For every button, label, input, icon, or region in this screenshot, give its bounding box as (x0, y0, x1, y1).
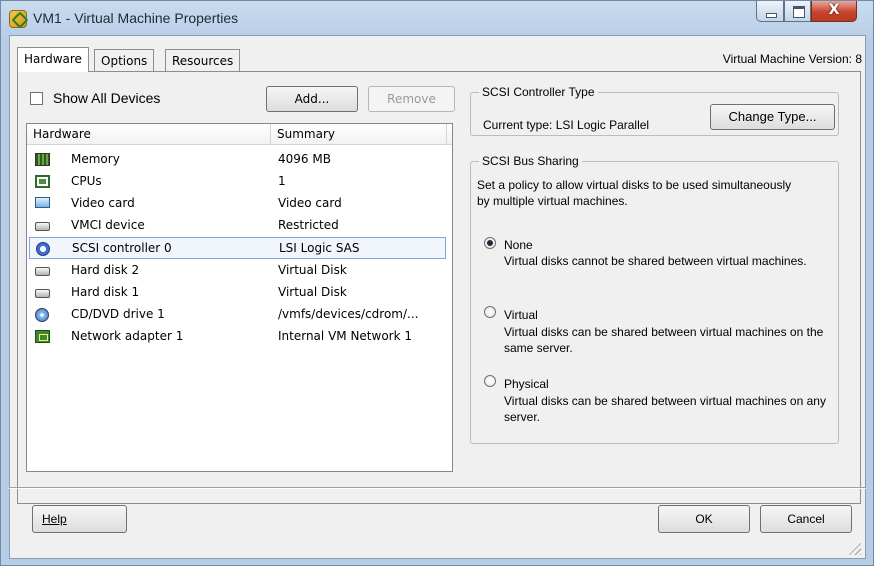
add-device-button[interactable]: Add... (266, 86, 358, 112)
sharing-virtual-desc: Virtual disks can be shared between virt… (504, 325, 824, 355)
device-icon (35, 222, 50, 231)
device-name: Hard disk 1 (71, 285, 140, 299)
cd-icon (35, 308, 49, 322)
ok-button[interactable]: OK (658, 505, 750, 533)
maximize-button[interactable] (784, 1, 811, 22)
sharing-physical-radio[interactable] (484, 375, 496, 387)
column-header-hardware[interactable]: Hardware (27, 124, 271, 145)
device-summary: Video card (278, 196, 342, 210)
cancel-button[interactable]: Cancel (760, 505, 852, 533)
current-controller-type: Current type: LSI Logic Parallel (483, 118, 650, 132)
remove-device-button[interactable]: Remove (368, 86, 455, 112)
device-summary: /vmfs/devices/cdrom/... (278, 307, 419, 321)
sharing-physical-desc: Virtual disks can be shared between virt… (504, 394, 826, 424)
device-name: Video card (71, 196, 135, 210)
device-name: Memory (71, 152, 120, 166)
sharing-virtual-label[interactable]: Virtual (504, 308, 538, 322)
memory-icon (35, 153, 50, 166)
device-summary: Restricted (278, 218, 339, 232)
sharing-none-radio[interactable] (484, 237, 496, 249)
scsi-icon (36, 242, 50, 256)
device-name: Network adapter 1 (71, 329, 184, 343)
monitor-icon (35, 197, 50, 208)
tab-hardware[interactable]: Hardware (17, 47, 89, 72)
window-title: VM1 - Virtual Machine Properties (33, 10, 239, 26)
group-legend: SCSI Controller Type (479, 85, 598, 99)
device-row-memory[interactable]: Memory 4096 MB (29, 149, 446, 171)
properties-window: VM1 - Virtual Machine Properties X Hardw… (0, 0, 874, 566)
device-name: Hard disk 2 (71, 263, 140, 277)
sharing-physical-label[interactable]: Physical (504, 377, 549, 391)
device-summary: Virtual Disk (278, 285, 347, 299)
device-summary: LSI Logic SAS (279, 241, 360, 255)
device-list[interactable]: Hardware Summary Memory 4096 MB CPUs 1 V… (26, 123, 453, 472)
close-icon: X (828, 2, 840, 18)
device-row-cd-dvd[interactable]: CD/DVD drive 1 /vmfs/devices/cdrom/... (29, 304, 446, 326)
minimize-button[interactable] (756, 1, 784, 22)
help-button[interactable]: Help (32, 505, 127, 533)
list-header: Hardware Summary (27, 124, 452, 145)
column-header-summary[interactable]: Summary (271, 124, 447, 145)
footer-separator (9, 487, 866, 489)
change-type-button[interactable]: Change Type... (710, 104, 835, 130)
device-row-vmci[interactable]: VMCI device Restricted (29, 215, 446, 237)
device-summary: Virtual Disk (278, 263, 347, 277)
network-icon (35, 330, 50, 343)
device-summary: 1 (278, 174, 286, 188)
cpu-icon (35, 175, 50, 188)
disk-icon (35, 267, 50, 276)
device-row-hard-disk-1[interactable]: Hard disk 1 Virtual Disk (29, 282, 446, 304)
sharing-description: Set a policy to allow virtual disks to b… (477, 178, 792, 208)
device-row-network-adapter[interactable]: Network adapter 1 Internal VM Network 1 (29, 326, 446, 348)
show-all-devices-label[interactable]: Show All Devices (53, 90, 160, 106)
device-name: CPUs (71, 174, 102, 188)
device-name: VMCI device (71, 218, 145, 232)
close-button[interactable]: X (811, 1, 857, 22)
tab-resources[interactable]: Resources (165, 49, 241, 71)
tab-options[interactable]: Options (94, 49, 155, 71)
device-summary: 4096 MB (278, 152, 331, 166)
sharing-none-label[interactable]: None (504, 238, 533, 252)
group-legend: SCSI Bus Sharing (479, 154, 582, 168)
vm-app-icon (9, 10, 27, 28)
help-label: Help (42, 512, 67, 526)
device-summary: Internal VM Network 1 (278, 329, 412, 343)
device-row-video-card[interactable]: Video card Video card (29, 193, 446, 215)
device-row-cpus[interactable]: CPUs 1 (29, 171, 446, 193)
vm-version-label: Virtual Machine Version: 8 (722, 52, 862, 66)
show-all-devices-checkbox[interactable] (30, 92, 43, 105)
device-name: CD/DVD drive 1 (71, 307, 165, 321)
device-row-hard-disk-2[interactable]: Hard disk 2 Virtual Disk (29, 260, 446, 282)
sharing-virtual-radio[interactable] (484, 306, 496, 318)
disk-icon (35, 289, 50, 298)
device-name: SCSI controller 0 (72, 241, 172, 255)
sharing-none-desc: Virtual disks cannot be shared between v… (504, 254, 807, 268)
title-bar[interactable]: VM1 - Virtual Machine Properties X (1, 1, 873, 35)
device-row-scsi-controller[interactable]: SCSI controller 0 LSI Logic SAS (29, 237, 446, 259)
